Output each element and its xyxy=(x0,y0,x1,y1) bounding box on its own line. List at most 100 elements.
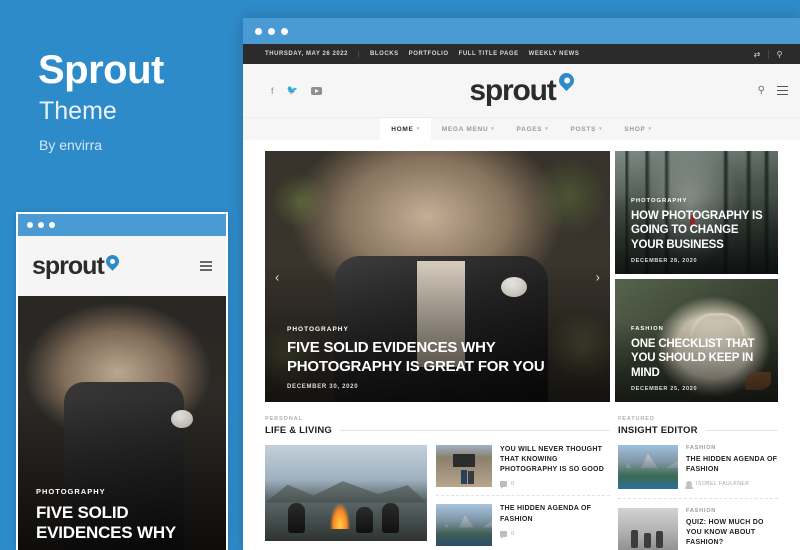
sprout-leaf-icon xyxy=(555,69,577,91)
list-item-meta: 0 xyxy=(500,481,610,490)
twitter-icon[interactable]: 🐦 xyxy=(287,85,298,96)
chevron-down-icon: ▾ xyxy=(599,126,603,132)
nav-item-posts[interactable]: POSTS ▾ xyxy=(560,118,614,140)
mobile-logo[interactable]: sprout xyxy=(32,251,122,279)
feature-art-person xyxy=(381,503,399,534)
insight-editor-list: FASHION THE HIDDEN AGENDA OF FASHION ISO… xyxy=(618,445,778,550)
hero-card-photography[interactable]: PHOTOGRAPHY HOW PHOTOGRAPHY IS GOING TO … xyxy=(615,151,778,274)
random-icon[interactable]: ⇄ xyxy=(746,50,768,59)
topbar-link-portfolio[interactable]: PORTFOLIO xyxy=(409,51,449,57)
nav-item-pages[interactable]: PAGES ▾ xyxy=(506,118,560,140)
list-item[interactable]: THE HIDDEN AGENDA OF FASHION 0 xyxy=(436,495,610,550)
life-living-list: YOU WILL NEVER THOUGHT THAT KNOWING PHOT… xyxy=(436,445,610,550)
hero-slider: ‹ › PHOTOGRAPHY FIVE SOLID EVIDENCES WHY… xyxy=(265,151,778,402)
feature-art-campfire xyxy=(329,503,350,530)
life-living-kicker: PERSONAL xyxy=(265,416,303,422)
list-item-title[interactable]: YOU WILL NEVER THOUGHT THAT KNOWING PHOT… xyxy=(500,445,610,475)
window-dot-close-icon[interactable] xyxy=(255,27,262,35)
chevron-down-icon: ▾ xyxy=(648,126,652,132)
list-item-title[interactable]: THE HIDDEN AGENDA OF FASHION xyxy=(686,455,778,475)
hero-main-title[interactable]: FIVE SOLID EVIDENCES WHY PHOTOGRAPHY IS … xyxy=(287,339,588,376)
promo-title: Sprout xyxy=(38,48,164,92)
hero-main-category[interactable]: PHOTOGRAPHY xyxy=(287,326,588,333)
mobile-hamburger-icon[interactable] xyxy=(200,261,212,271)
hero-main-slide[interactable]: ‹ › PHOTOGRAPHY FIVE SOLID EVIDENCES WHY… xyxy=(265,151,610,402)
site-topbar: THURSDAY, MAY 26 2022 BLOCKS PORTFOLIO F… xyxy=(243,44,800,64)
hero-main-caption: PHOTOGRAPHY FIVE SOLID EVIDENCES WHY PHO… xyxy=(287,326,588,390)
window-dot-maximize-icon[interactable] xyxy=(281,27,288,35)
hero-card-title[interactable]: ONE CHECKLIST THAT YOU SHOULD KEEP IN MI… xyxy=(631,337,764,380)
hero-card-title[interactable]: HOW PHOTOGRAPHY IS GOING TO CHANGE YOUR … xyxy=(631,209,764,252)
list-item-category[interactable]: FASHION xyxy=(686,445,778,451)
slider-next-icon[interactable]: › xyxy=(590,269,606,284)
insight-editor-title: INSIGHT EDITOR xyxy=(618,425,698,436)
nav-label: HOME xyxy=(391,125,414,133)
mobile-preview: sprout PHOTOGRAPHY FIVE SOLID EVIDENCES … xyxy=(16,212,228,550)
section-divider xyxy=(705,430,778,431)
list-item-thumbnail[interactable] xyxy=(618,445,678,489)
nav-item-shop[interactable]: SHOP ▾ xyxy=(613,118,662,140)
site-logo-text: sprout xyxy=(469,73,556,107)
life-living-body: YOU WILL NEVER THOUGHT THAT KNOWING PHOT… xyxy=(265,445,610,550)
author-name: ISOBEL FAULKNER xyxy=(696,481,750,488)
facebook-icon[interactable]: f xyxy=(271,86,274,96)
list-item-title[interactable]: THE HIDDEN AGENDA OF FASHION xyxy=(500,504,610,524)
hero-main-date: DECEMBER 30, 2020 xyxy=(287,384,359,390)
list-item-thumbnail[interactable] xyxy=(618,508,678,550)
hero-card-date: DECEMBER 28, 2020 xyxy=(631,258,698,264)
list-item[interactable]: YOU WILL NEVER THOUGHT THAT KNOWING PHOT… xyxy=(436,445,610,495)
hero-side-cards: PHOTOGRAPHY HOW PHOTOGRAPHY IS GOING TO … xyxy=(615,151,778,402)
mobile-hero-image[interactable]: PHOTOGRAPHY FIVE SOLID EVIDENCES WHY xyxy=(18,296,226,550)
life-living-title: LIFE & LIVING xyxy=(265,425,332,436)
hero-card-fashion[interactable]: FASHION ONE CHECKLIST THAT YOU SHOULD KE… xyxy=(615,279,778,402)
list-item[interactable]: FASHION THE HIDDEN AGENDA OF FASHION ISO… xyxy=(618,445,778,498)
comment-icon xyxy=(500,530,507,539)
browser-window-bar xyxy=(243,18,800,44)
hero-card-caption: PHOTOGRAPHY HOW PHOTOGRAPHY IS GOING TO … xyxy=(631,198,764,264)
search-icon[interactable]: ⚲ xyxy=(768,49,790,59)
topbar-link-blocks[interactable]: BLOCKS xyxy=(370,51,399,57)
comment-count: 0 xyxy=(511,530,515,537)
list-item[interactable]: FASHION QUIZ: HOW MUCH DO YOU KNOW ABOUT… xyxy=(618,498,778,550)
window-dot-close-icon[interactable] xyxy=(27,222,33,228)
youtube-icon[interactable] xyxy=(310,86,322,95)
primary-nav: HOME ▾ MEGA MENU ▾ PAGES ▾ POSTS ▾ SHOP … xyxy=(243,117,800,140)
list-item-meta: 0 xyxy=(500,530,610,539)
hamburger-icon[interactable] xyxy=(777,85,788,96)
window-dot-minimize-icon[interactable] xyxy=(268,27,275,35)
search-icon[interactable]: ⚲ xyxy=(758,85,765,96)
mobile-header: sprout xyxy=(18,236,226,296)
topbar-link-full-title-page[interactable]: FULL TITLE PAGE xyxy=(459,51,519,57)
window-dot-maximize-icon[interactable] xyxy=(49,222,55,228)
hero-card-category[interactable]: FASHION xyxy=(631,326,764,332)
page-content: ‹ › PHOTOGRAPHY FIVE SOLID EVIDENCES WHY… xyxy=(243,140,800,550)
lower-sections: PERSONAL LIFE & LIVING YOU WILL NEVER TH… xyxy=(265,416,778,550)
promo-byline: By envirra xyxy=(39,137,103,153)
chevron-down-icon: ▾ xyxy=(416,126,420,132)
insight-editor-kicker: FEATURED xyxy=(618,416,655,422)
feature-art-person xyxy=(355,507,373,534)
insight-editor-header: FEATURED INSIGHT EDITOR xyxy=(618,416,778,436)
site-header: f 🐦 sprout ⚲ xyxy=(243,64,800,117)
life-living-section: PERSONAL LIFE & LIVING YOU WILL NEVER TH… xyxy=(265,416,610,550)
topbar-link-weekly-news[interactable]: WEEKLY NEWS xyxy=(529,51,580,57)
social-links: f 🐦 xyxy=(271,85,322,96)
nav-label: PAGES xyxy=(516,125,543,133)
browser-window: THURSDAY, MAY 26 2022 BLOCKS PORTFOLIO F… xyxy=(243,18,800,550)
window-dot-minimize-icon[interactable] xyxy=(38,222,44,228)
hero-card-caption: FASHION ONE CHECKLIST THAT YOU SHOULD KE… xyxy=(631,326,764,392)
life-living-feature-image[interactable] xyxy=(265,445,427,541)
hero-card-category[interactable]: PHOTOGRAPHY xyxy=(631,198,764,204)
list-item-thumbnail[interactable] xyxy=(436,504,492,547)
list-item-category[interactable]: FASHION xyxy=(686,508,778,514)
list-item-title[interactable]: QUIZ: HOW MUCH DO YOU KNOW ABOUT FASHION… xyxy=(686,518,778,548)
screenshot-root: Sprout Theme By envirra sprout PHOTOGRAP… xyxy=(0,0,800,550)
nav-item-mega-menu[interactable]: MEGA MENU ▾ xyxy=(431,118,506,140)
list-item-thumbnail[interactable] xyxy=(436,445,492,487)
topbar-date: THURSDAY, MAY 26 2022 xyxy=(265,51,360,57)
promo-subtitle: Theme xyxy=(39,97,117,125)
author-icon xyxy=(685,481,693,490)
slider-prev-icon[interactable]: ‹ xyxy=(269,269,285,284)
nav-item-home[interactable]: HOME ▾ xyxy=(380,118,431,140)
mobile-window-bar xyxy=(18,214,226,236)
